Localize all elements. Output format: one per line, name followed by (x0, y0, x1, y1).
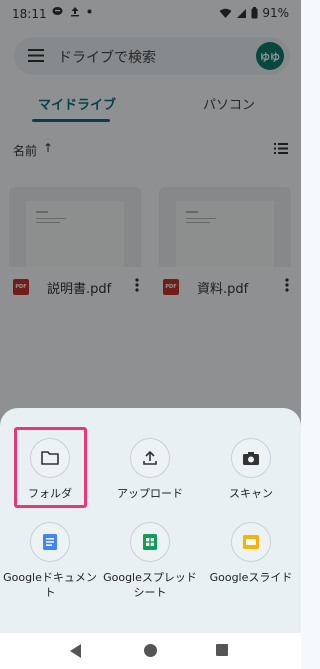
docs-icon (43, 534, 57, 550)
system-nav-bar (0, 633, 301, 669)
recents-icon[interactable] (216, 644, 228, 656)
highlight-frame (14, 427, 87, 508)
scan-button[interactable]: スキャン (201, 438, 301, 501)
upload-label: アップロード (117, 487, 183, 500)
scan-label: スキャン (229, 487, 273, 500)
home-icon[interactable] (144, 644, 157, 657)
google-docs-label: Googleドキュメント (3, 571, 97, 599)
new-google-sheet-button[interactable]: Googleスプレッドシート (100, 522, 200, 600)
upload-button[interactable]: アップロード (100, 438, 200, 501)
sheets-icon (143, 534, 157, 550)
slides-icon (243, 535, 259, 549)
new-google-doc-button[interactable]: Googleドキュメント (0, 522, 100, 600)
google-sheets-label: Googleスプレッドシート (103, 571, 197, 599)
google-slides-label: Googleスライド (209, 571, 293, 584)
upload-icon (143, 450, 157, 465)
camera-icon (243, 451, 259, 465)
drive-app: 18:11 91% ドライブで検索 ゆゆ マイドライブ パソコン 名前 ↑ PD… (0, 0, 301, 669)
new-google-slides-button[interactable]: Googleスライド (201, 522, 301, 585)
back-icon[interactable] (70, 644, 82, 658)
